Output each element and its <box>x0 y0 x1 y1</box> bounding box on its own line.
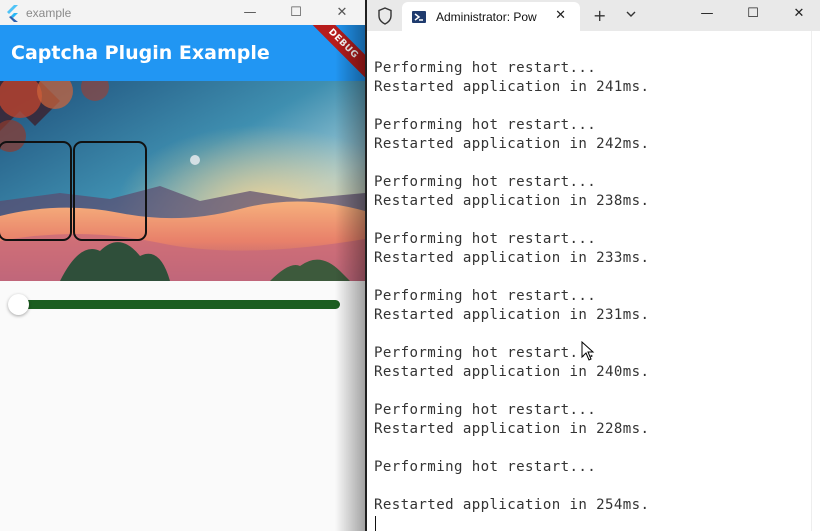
terminal-line: Restarted application in 254ms. <box>374 497 650 513</box>
terminal-line: Performing hot restart... <box>374 174 597 190</box>
terminal-line: Performing hot restart... <box>374 117 597 133</box>
terminal-line: Performing hot restart... <box>374 231 597 247</box>
terminal-line: Restarted application in 228ms. <box>374 421 650 437</box>
chevron-down-icon[interactable] <box>624 7 638 21</box>
flutter-window-title: example <box>26 5 72 20</box>
terminal-line: Performing hot restart... <box>374 60 597 76</box>
window-shadow <box>335 25 365 531</box>
terminal-line: Performing hot restart... <box>374 288 597 304</box>
mouse-pointer-icon <box>581 341 595 361</box>
text-cursor <box>375 516 376 531</box>
new-tab-button[interactable]: + <box>593 6 606 25</box>
flutter-close-button[interactable]: ✕ <box>319 0 365 25</box>
tab-close-icon[interactable]: ✕ <box>555 8 566 23</box>
captcha-puzzle-piece[interactable] <box>73 141 147 241</box>
terminal-scrollbar[interactable] <box>811 31 820 531</box>
tab-administrator-powershell[interactable]: Administrator: Pow ✕ <box>402 2 580 31</box>
captcha-target-slot <box>0 141 72 241</box>
captcha-slider-thumb[interactable] <box>8 294 29 315</box>
terminal-line: Restarted application in 241ms. <box>374 79 650 95</box>
powershell-icon <box>412 10 426 23</box>
terminal-line: Restarted application in 233ms. <box>374 250 650 266</box>
terminal-line: Performing hot restart... <box>374 402 597 418</box>
shield-icon <box>378 7 392 25</box>
app-bar-title: Captcha Plugin Example <box>11 42 270 64</box>
terminal-line: Restarted application in 242ms. <box>374 136 650 152</box>
flutter-maximize-button[interactable]: ☐ <box>273 0 319 25</box>
terminal-window: Administrator: Pow ✕ + — ☐ ✕ Performing … <box>365 0 820 531</box>
app-bar: Captcha Plugin Example DEBUG <box>0 25 365 81</box>
captcha-background-image <box>0 81 365 281</box>
terminal-line: Restarted application in 238ms. <box>374 193 650 209</box>
captcha-slider-track[interactable] <box>12 300 340 309</box>
flutter-minimize-button[interactable]: — <box>227 0 273 25</box>
terminal-line: Restarted application in 231ms. <box>374 307 650 323</box>
terminal-line: Restarted application in 240ms. <box>374 364 650 380</box>
terminal-line: Performing hot restart... <box>374 459 597 475</box>
terminal-close-button[interactable]: ✕ <box>776 0 820 26</box>
flutter-logo-icon <box>7 4 18 22</box>
terminal-minimize-button[interactable]: — <box>684 0 730 26</box>
terminal-output[interactable]: Performing hot restart... Restarted appl… <box>367 31 813 531</box>
tab-label: Administrator: Pow <box>436 9 537 24</box>
flutter-window-titlebar[interactable]: example — ☐ ✕ <box>0 0 365 25</box>
terminal-maximize-button[interactable]: ☐ <box>730 0 776 26</box>
flutter-example-window: example — ☐ ✕ Captcha Plugin Example DEB… <box>0 0 365 531</box>
terminal-titlebar[interactable]: Administrator: Pow ✕ + — ☐ ✕ <box>367 0 820 31</box>
